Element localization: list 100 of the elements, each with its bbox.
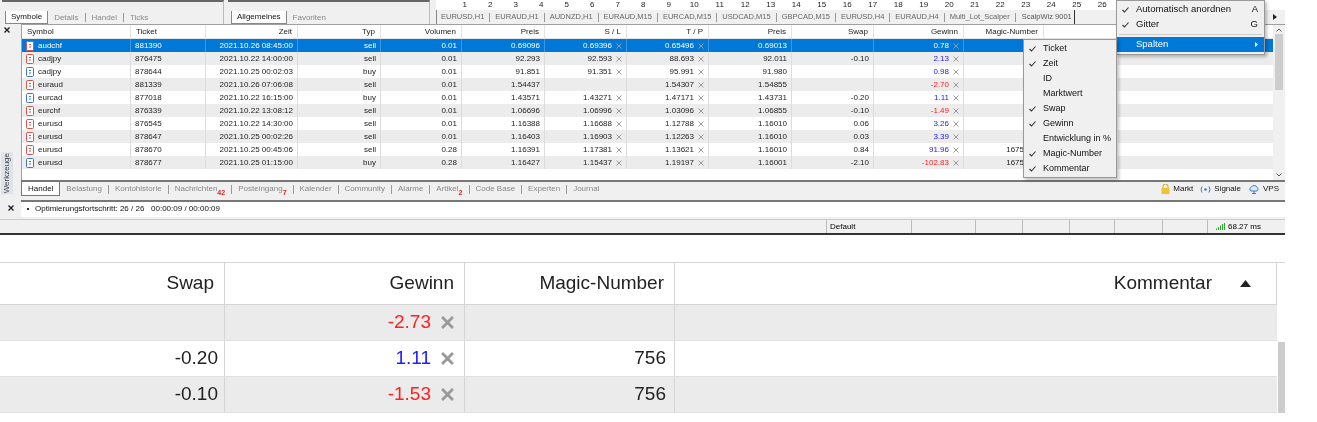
table-cell: 2021.10.25 00:45:06 xyxy=(219,143,293,156)
column-header[interactable]: Magic-Number xyxy=(985,25,1038,38)
table-row[interactable]: -0.20 1.11 756 xyxy=(0,341,1277,377)
table-cell-text: -0.10 xyxy=(174,382,218,407)
column-header[interactable]: Ticket xyxy=(136,25,158,38)
axis-label: 26 xyxy=(1096,0,1108,10)
table-cell: eurusd xyxy=(38,130,63,143)
service-button[interactable]: VPS xyxy=(1248,183,1279,195)
table-cell: 0.69013 xyxy=(758,39,787,52)
column-header[interactable]: T / P xyxy=(686,25,703,38)
sort-ascending-icon[interactable] xyxy=(1240,280,1251,287)
scroll-right-icon[interactable] xyxy=(1273,14,1277,20)
column-header[interactable]: Preis xyxy=(767,25,786,38)
menu-item[interactable]: ID xyxy=(1024,71,1116,86)
column-header[interactable]: Swap xyxy=(166,269,214,298)
column-header[interactable]: Typ xyxy=(362,25,375,38)
table-cell: 876339 xyxy=(135,104,162,117)
menu-item[interactable]: Zeit xyxy=(1024,56,1116,71)
service-button[interactable]: Signale xyxy=(1200,183,1241,195)
table-cell: 92.293 xyxy=(515,52,540,65)
table-cell: 1.16010 xyxy=(758,143,787,156)
column-header[interactable]: Magic-Number xyxy=(539,269,664,298)
axis-label: 23 xyxy=(1020,0,1032,10)
column-header[interactable]: Kommentar xyxy=(1113,269,1212,298)
axis-label: 25 xyxy=(1071,0,1083,10)
axis-label: 11 xyxy=(714,0,725,10)
column-header[interactable]: Preis xyxy=(520,25,539,38)
column-header[interactable]: Swap xyxy=(848,25,868,38)
table-cell: buy xyxy=(363,91,376,104)
table-cell: 0.84 xyxy=(853,143,869,156)
table-cell: 2021.10.22 16:15:00 xyxy=(219,91,293,104)
table-cell: 1675 xyxy=(1006,156,1024,169)
table-cell: sell xyxy=(364,78,376,91)
column-header[interactable]: Gewinn xyxy=(930,25,958,38)
table-cell: 1.16001 xyxy=(758,156,787,169)
table-cell: -2.70 xyxy=(930,78,949,91)
table-cell: cadjpy xyxy=(38,52,62,65)
column-header[interactable]: Volumen xyxy=(424,25,456,38)
submenu-arrow-icon xyxy=(1255,42,1258,47)
table-cell: 2021.10.26 08:45:00 xyxy=(219,39,293,52)
table-cell: 3.26 xyxy=(933,117,949,130)
table-cell-text: 756 xyxy=(634,382,666,407)
scrollbar-thumb[interactable] xyxy=(1275,34,1283,90)
close-icon[interactable] xyxy=(4,27,10,33)
tab[interactable]: Allgemeines xyxy=(231,11,287,24)
menu-item[interactable]: Kommentar xyxy=(1024,161,1116,176)
table-cell-text: -0.20 xyxy=(174,346,218,371)
chevron-up-icon[interactable] xyxy=(1276,28,1282,32)
tab[interactable]: Handel xyxy=(21,182,61,196)
table-cell: 1.43731 xyxy=(758,91,787,104)
table-cell: sell xyxy=(364,117,376,130)
table-cell: 1.13621 xyxy=(665,143,694,156)
table-cell: sell xyxy=(364,39,376,52)
table-cell: 878670 xyxy=(135,143,162,156)
menu-item[interactable]: Gewinn xyxy=(1024,116,1116,131)
scrollbar[interactable] xyxy=(1273,25,1285,180)
close-icon[interactable] xyxy=(7,205,14,211)
table-cell: 0.01 xyxy=(441,52,457,65)
table-cell: 2021.10.26 07:06:08 xyxy=(219,78,293,91)
menu-item[interactable]: Automatisch anordnen A xyxy=(1117,2,1264,17)
axis-label: 6 xyxy=(589,0,596,10)
table-cell: -0.10 xyxy=(850,104,869,117)
column-header[interactable]: Symbol xyxy=(27,25,54,38)
axis-label: 4 xyxy=(538,0,545,10)
column-header[interactable]: S / L xyxy=(604,25,621,38)
menu-item[interactable]: Spalten xyxy=(1117,37,1264,52)
tab[interactable]: Symbole xyxy=(5,11,49,24)
table-cell: 877018 xyxy=(135,91,162,104)
menu-item[interactable]: Swap xyxy=(1024,101,1116,116)
axis-label: 17 xyxy=(867,0,879,10)
table-cell: 1.16403 xyxy=(511,130,540,143)
column-header[interactable]: Gewinn xyxy=(389,269,454,298)
column-header[interactable]: Zeit xyxy=(278,25,292,38)
axis-label: 20 xyxy=(943,0,955,10)
menu-item[interactable]: Magic-Number xyxy=(1024,146,1116,161)
menu-item[interactable]: Marktwert xyxy=(1024,86,1116,101)
scrollbar[interactable] xyxy=(1278,342,1285,413)
chevron-down-icon[interactable] xyxy=(1276,173,1282,177)
table-cell: 0.01 xyxy=(441,39,457,52)
axis-label: 16 xyxy=(841,0,853,10)
table-cell: 95.991 xyxy=(669,65,694,78)
menu-item[interactable]: Entwicklung in % xyxy=(1024,131,1116,146)
menu-item[interactable]: Gitter G xyxy=(1117,17,1264,32)
table-cell: 0.01 xyxy=(441,117,457,130)
table-cell: 91.980 xyxy=(762,65,787,78)
table-cell: cadjpy xyxy=(38,65,62,78)
table-cell: 1.54437 xyxy=(511,78,540,91)
axis-label: 14 xyxy=(790,0,802,10)
table-cell: 0.01 xyxy=(441,104,457,117)
table-cell: -2.10 xyxy=(850,156,869,169)
table-cell: 1.12263 xyxy=(665,130,694,143)
table-cell-text: 1.11 xyxy=(395,346,431,371)
table-cell: 0.01 xyxy=(441,130,457,143)
table-cell: 1.16391 xyxy=(511,143,540,156)
table-cell: 0.98 xyxy=(933,65,949,78)
service-button[interactable]: Markt xyxy=(1161,183,1194,195)
table-row[interactable]: -0.10 -1.53 756 xyxy=(0,377,1277,413)
axis-label: 7 xyxy=(614,0,621,10)
menu-item[interactable]: Ticket xyxy=(1024,41,1116,56)
axis-label: 15 xyxy=(816,0,828,10)
